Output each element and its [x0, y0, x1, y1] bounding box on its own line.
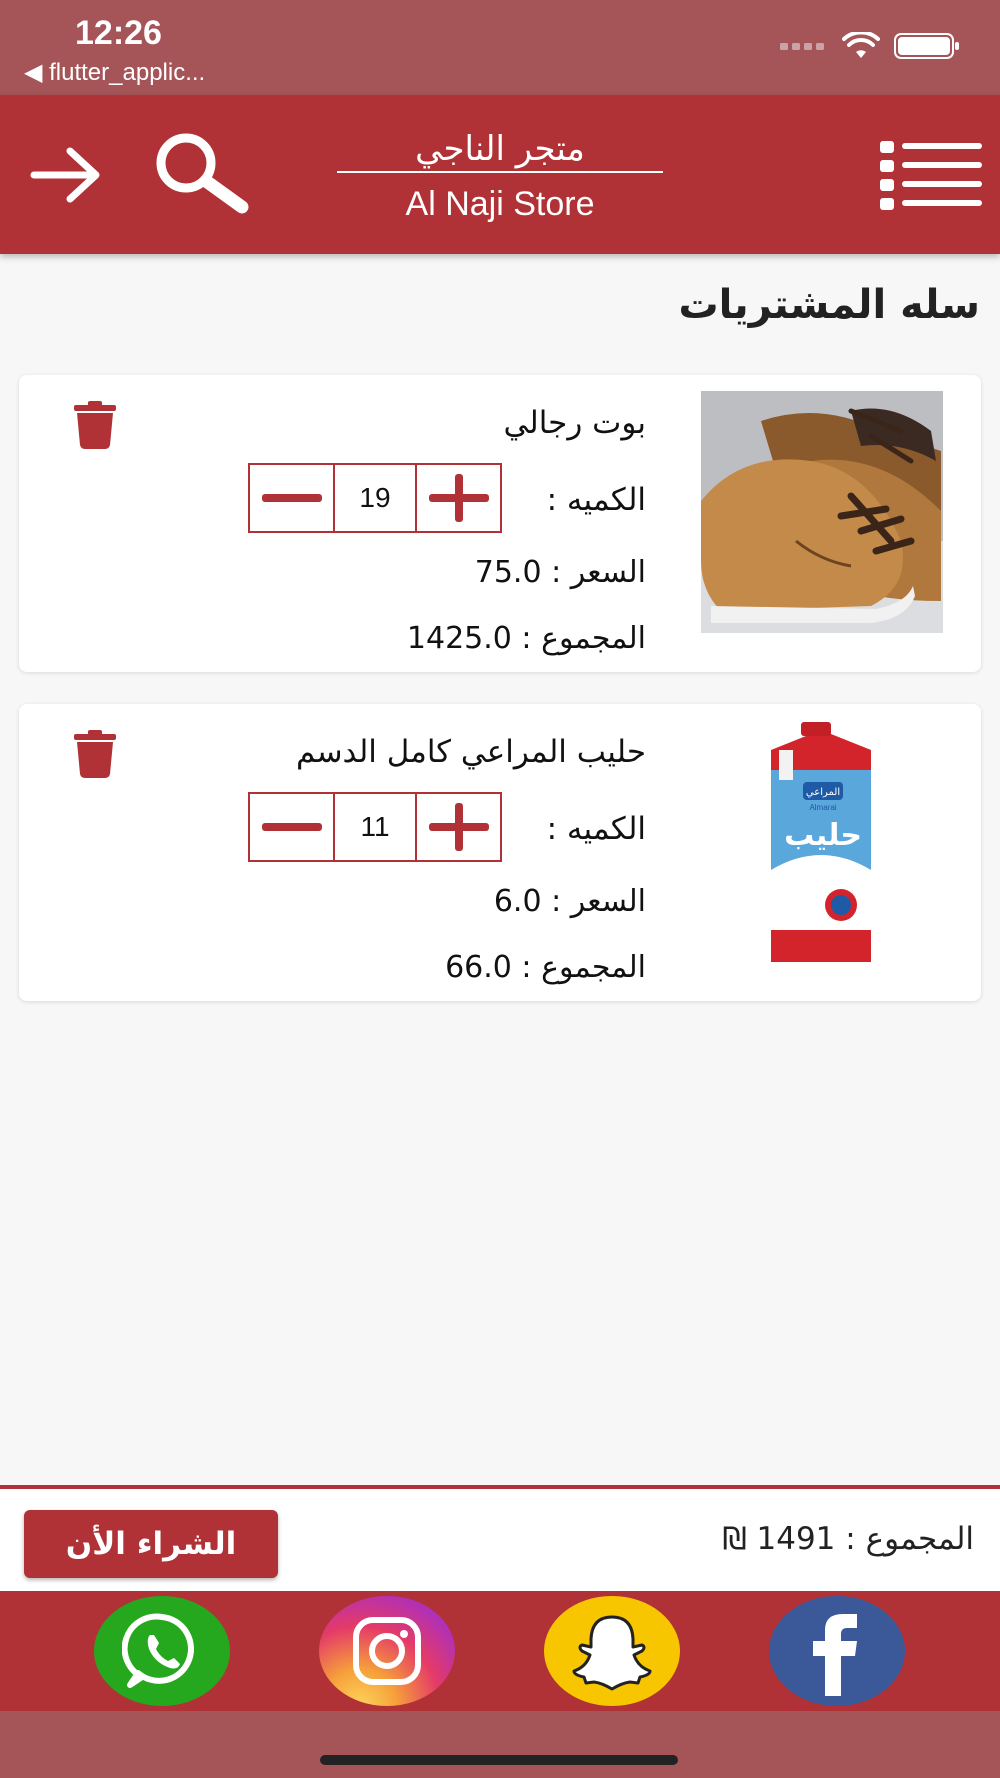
buy-now-button[interactable]: الشراء الأن [24, 1510, 278, 1578]
instagram-button[interactable] [319, 1596, 455, 1706]
menu-list-icon[interactable] [880, 140, 982, 210]
decrement-button[interactable] [250, 465, 333, 531]
quantity-value[interactable]: 11 [333, 794, 417, 860]
back-to-app-link[interactable]: ◀ flutter_applic... [24, 58, 205, 87]
arrow-right-icon[interactable] [30, 145, 104, 205]
snapchat-button[interactable] [544, 1596, 680, 1706]
facebook-button[interactable] [769, 1596, 905, 1706]
page-title: سله المشتريات [678, 282, 980, 328]
item-price: السعر : 75.0 [474, 555, 646, 590]
item-total: المجموع : 66.0 [445, 950, 646, 985]
quantity-label: الكميه : [546, 811, 646, 847]
status-time: 12:26 [75, 14, 162, 52]
item-name: حليب المراعي كامل الدسم [295, 734, 646, 770]
carton-brand-en-text: Almarai [809, 803, 836, 812]
instagram-icon [353, 1617, 421, 1685]
cart-item-card: بوت رجالي الكميه : 19 السعر : 75.0 المجم… [19, 375, 981, 672]
whatsapp-button[interactable] [94, 1596, 230, 1706]
quantity-value[interactable]: 19 [333, 465, 417, 531]
increment-button[interactable] [417, 794, 500, 860]
trash-icon[interactable] [74, 730, 116, 778]
minus-icon [261, 823, 322, 831]
increment-button[interactable] [417, 465, 500, 531]
plus-icon [428, 474, 489, 522]
quantity-label: الكميه : [546, 482, 646, 518]
snapchat-ghost-icon [572, 1615, 652, 1691]
home-indicator[interactable] [320, 1755, 678, 1765]
status-icons [780, 32, 960, 60]
social-bar [0, 1591, 1000, 1711]
checkout-bar: الشراء الأن المجموع : 1491 ₪ [0, 1485, 1000, 1591]
app-bar: متجر الناجي Al Naji Store [0, 95, 1000, 254]
whatsapp-icon [122, 1613, 194, 1688]
grand-total: المجموع : 1491 ₪ [722, 1521, 974, 1557]
plus-icon [428, 803, 489, 851]
trash-icon[interactable] [74, 401, 116, 449]
status-bar: 12:26 ◀ flutter_applic... [0, 0, 1000, 95]
carton-brand-text: المراعي [806, 787, 840, 798]
product-image-milk: المراعي Almarai حليب [701, 720, 943, 962]
signal-icon [780, 43, 824, 50]
product-image-shoe [701, 391, 943, 633]
item-total: المجموع : 1425.0 [406, 621, 646, 656]
item-name: بوت رجالي [503, 405, 646, 441]
quantity-stepper: 11 [248, 792, 502, 862]
wifi-icon [842, 32, 880, 58]
home-indicator-area [0, 1711, 1000, 1778]
cart-item-card: المراعي Almarai حليب حليب المراعي كامل ا… [19, 704, 981, 1001]
carton-product-text: حليب [784, 818, 862, 853]
search-icon[interactable] [150, 131, 256, 215]
quantity-stepper: 19 [248, 463, 502, 533]
facebook-icon [813, 1614, 857, 1696]
store-title-arabic: متجر الناجي [337, 125, 663, 173]
decrement-button[interactable] [250, 794, 333, 860]
minus-icon [261, 494, 322, 502]
store-title: متجر الناجي Al Naji Store [337, 125, 663, 224]
battery-icon [894, 33, 959, 59]
item-price: السعر : 6.0 [493, 884, 646, 919]
store-title-english: Al Naji Store [405, 185, 595, 223]
